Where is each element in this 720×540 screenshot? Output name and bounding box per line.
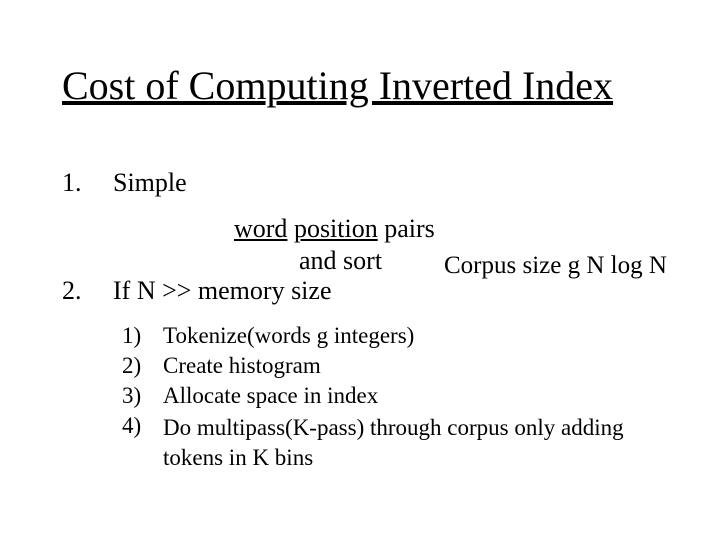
corpus-size: Corpus size g N log N	[444, 252, 667, 280]
list-item-1: Simple	[113, 168, 187, 198]
sublist-item-2: Create histogram	[163, 353, 321, 379]
sublist-number-3: 3)	[122, 383, 141, 409]
sublist-item-1: Tokenize(words g integers)	[163, 323, 414, 349]
slide: Cost of Computing Inverted Index 1. Simp…	[0, 0, 720, 540]
word-underline: word	[234, 214, 287, 243]
tokenize-b: integers)	[328, 323, 414, 348]
position-underline: position	[294, 214, 378, 243]
arrow-icon: g	[317, 323, 329, 348]
pairs-text: pairs	[384, 214, 435, 243]
sublist-item-3: Allocate space in index	[163, 383, 378, 409]
tokenize-a: Tokenize(words	[163, 323, 317, 348]
list-number-2: 2.	[62, 276, 82, 306]
line-and-sort: and sort	[299, 246, 382, 276]
sublist-number-1: 1)	[122, 323, 141, 349]
sublist-number-2: 2)	[122, 353, 141, 379]
list-item-2: If N >> memory size	[113, 276, 332, 306]
line-word-position-pairs: word position pairs	[234, 214, 435, 244]
slide-title: Cost of Computing Inverted Index	[62, 62, 613, 109]
sublist-item-4: Do multipass(K-pass) through corpus only…	[163, 413, 663, 473]
sublist-number-4: 4)	[122, 413, 141, 439]
list-number-1: 1.	[62, 168, 82, 198]
